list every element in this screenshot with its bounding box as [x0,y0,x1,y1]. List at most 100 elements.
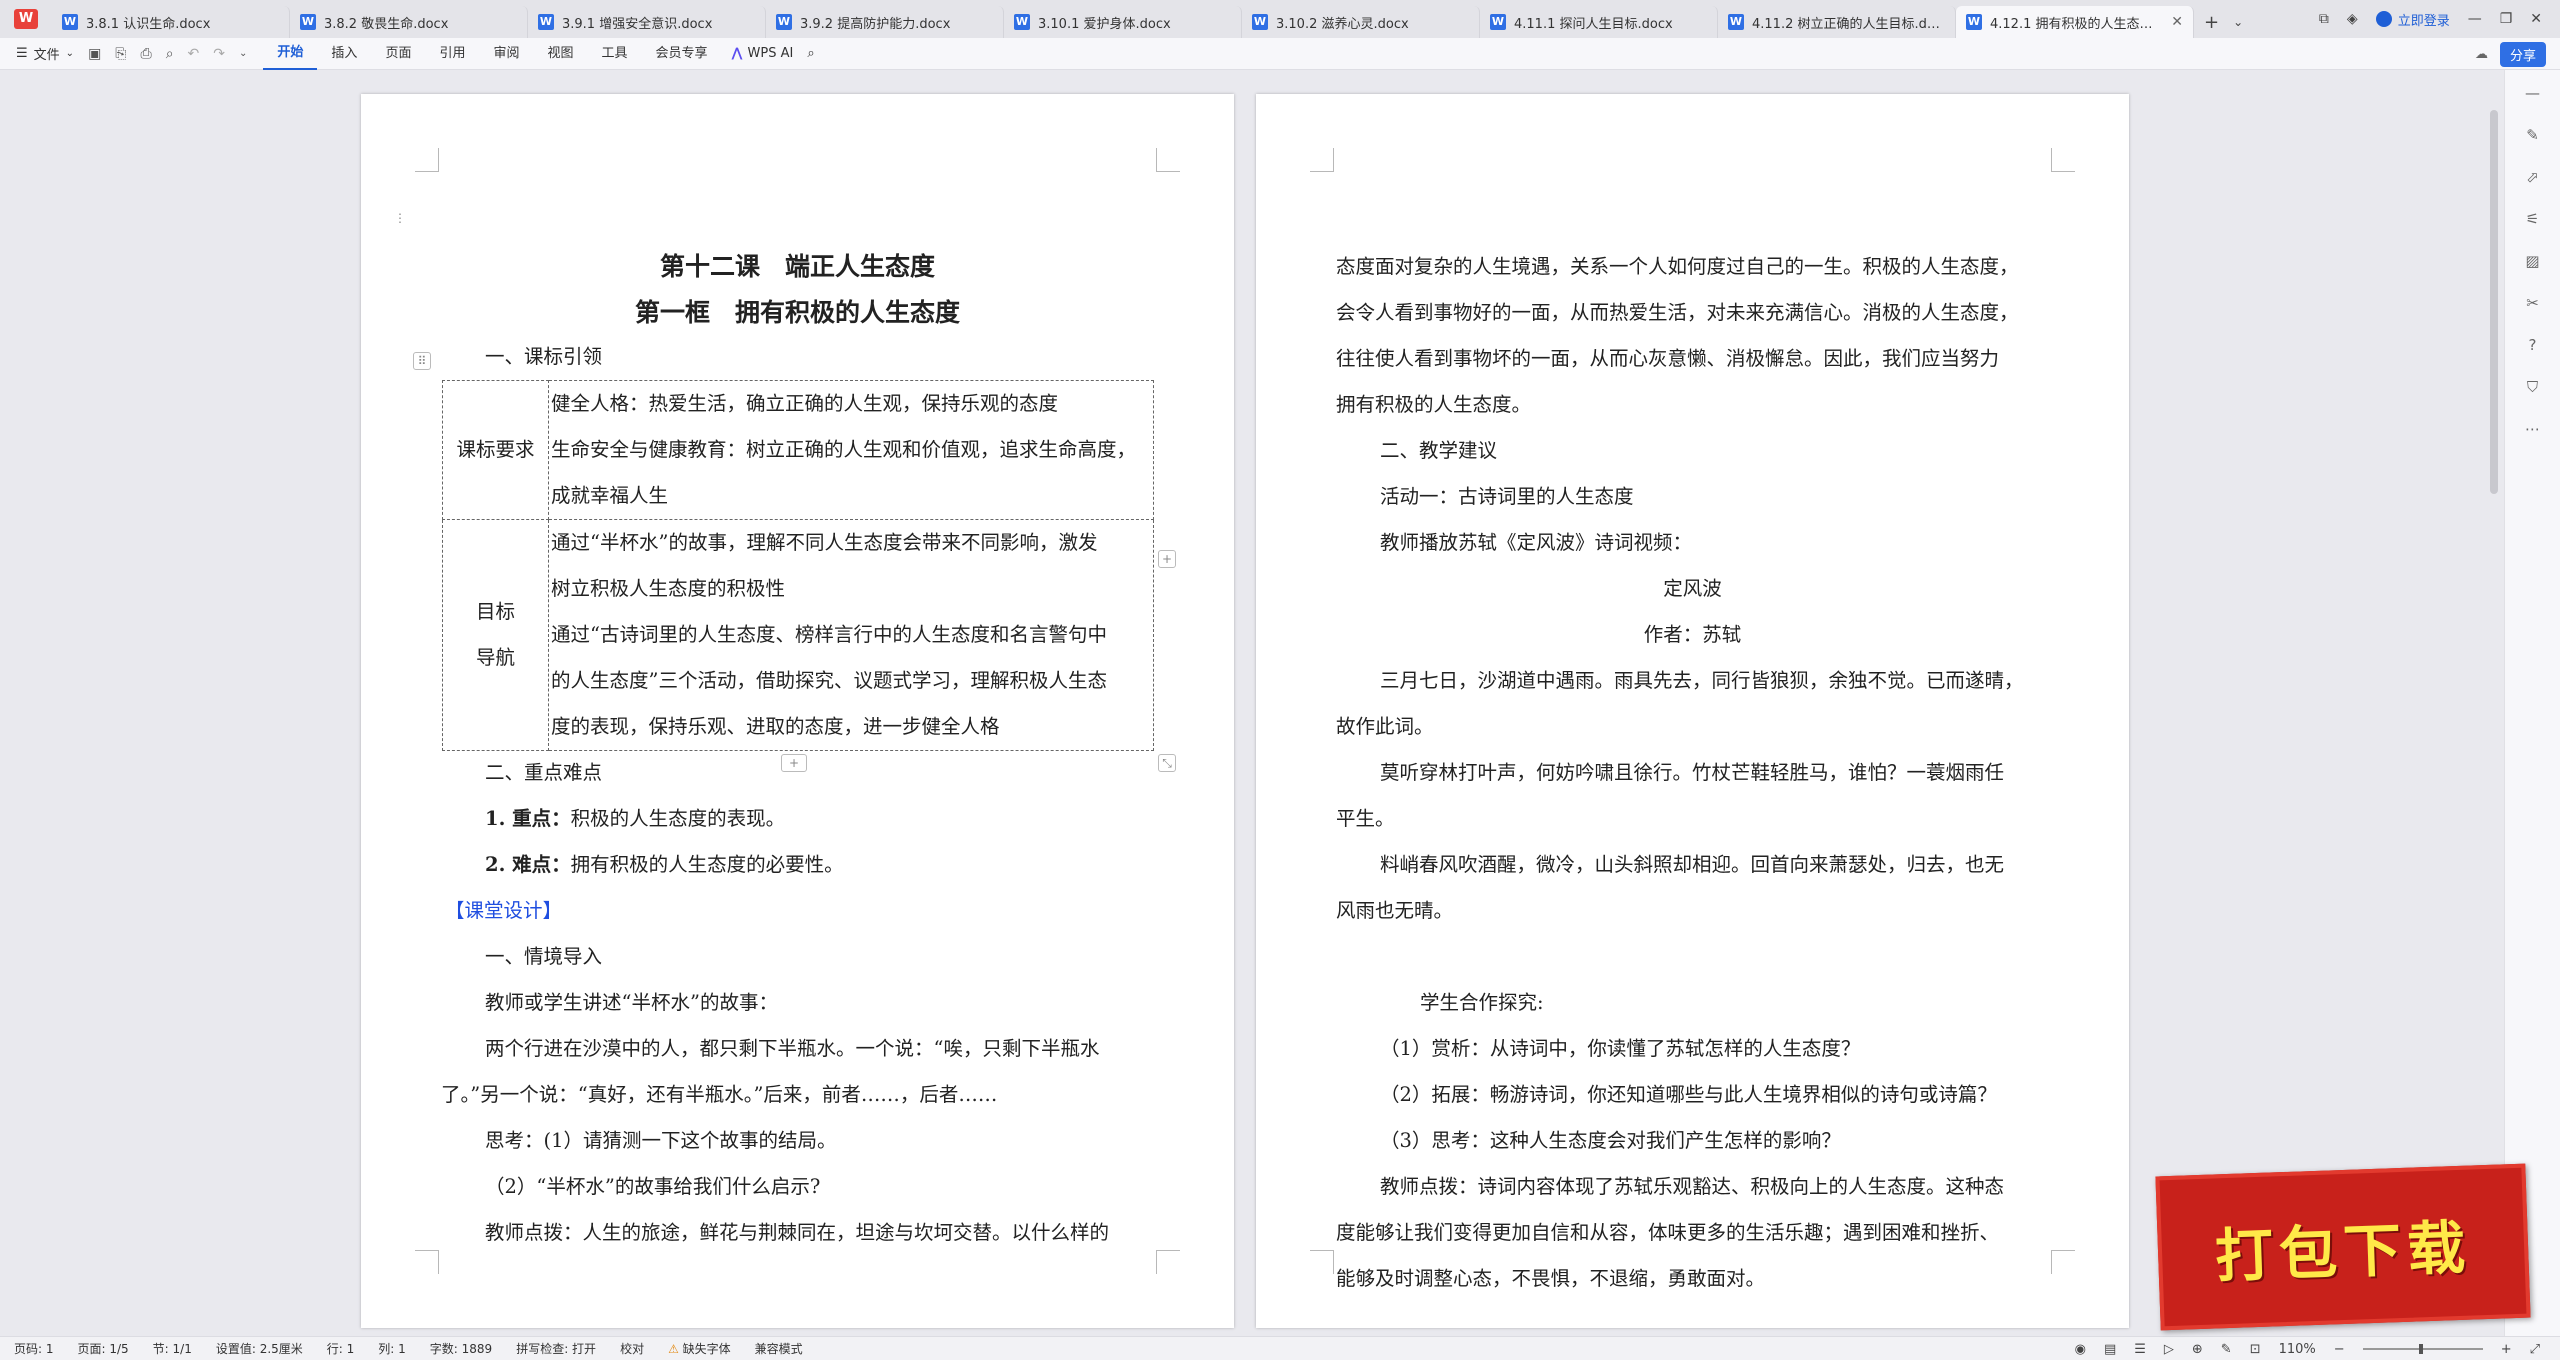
download-banner[interactable]: 打包下载 [2155,1163,2531,1331]
tools-icon[interactable]: ✂ [2526,294,2539,312]
play-icon[interactable]: ▷ [2164,1342,2174,1357]
document-tab[interactable]: W 3.8.1 认识生命.docx [52,6,290,38]
share-button[interactable]: 分享 [2499,42,2546,67]
zoom-in-icon[interactable]: + [2501,1342,2512,1357]
document-tab[interactable]: W 3.9.2 提高防护能力.docx [766,6,1004,38]
table-line: 树立积极人生态度的积极性 [551,577,786,600]
view-controls: ◉ ▤ ☰ ▷ ⊕ ✎ ⊡ 110% − + ⤢ [2075,1337,2540,1360]
status-missing-font[interactable]: ⚠ 缺失字体 [668,1340,731,1357]
select-icon[interactable]: ⬀ [2526,168,2539,186]
table-line: 度的表现，保持乐观、进取的态度，进一步健全人格 [551,715,1000,738]
outline-view-icon[interactable]: ☰ [2134,1342,2146,1357]
status-spellcheck[interactable]: 拼写检查: 打开 [516,1340,596,1357]
skin-icon[interactable]: ◈ [2347,11,2358,27]
document-tab[interactable]: W 4.12.1 拥有积极的人生态度.docx ✕ [1956,6,2194,38]
search-icon[interactable]: ⌕ [803,46,814,61]
zoom-out-icon[interactable]: − [2334,1342,2345,1357]
document-page-2[interactable]: 态度面对复杂的人生境遇，关系一个人如何度过自己的一生。积极的人生态度， 会令人看到… [1256,94,2129,1328]
more-chevron-icon[interactable]: ⌄ [239,48,247,59]
paragraph: 学生合作探究: [1420,991,1544,1014]
redo-icon[interactable]: ↷ [213,46,225,62]
collapse-icon[interactable]: — [2525,84,2540,102]
heading-curriculum: 一、课标引领 [485,345,603,368]
table-line: 成就幸福人生 [551,484,669,507]
page-view-icon[interactable]: ▤ [2104,1342,2116,1357]
web-view-icon[interactable]: ⊕ [2192,1342,2203,1357]
pen-icon[interactable]: ✎ [2526,126,2539,144]
status-page[interactable]: 页码: 1 [14,1340,54,1357]
export-icon[interactable]: ⎘ [115,46,126,62]
close-tab-icon[interactable]: ✕ [2171,14,2183,30]
status-proofread[interactable]: 校对 [620,1340,644,1357]
avatar-icon [2375,11,2392,27]
login-button[interactable]: 立即登录 [2375,10,2450,29]
key-label: 1. 重点： [485,807,571,830]
lesson-title: 第十二课 端正人生态度 [659,252,935,281]
settings-sliders-icon[interactable]: ⚟ [2526,210,2539,228]
document-tab[interactable]: W 3.10.1 爱护身体.docx [1004,6,1242,38]
menu-tab[interactable]: 开始 [263,38,318,70]
document-tab[interactable]: W 3.9.1 增强安全意识.docx [528,6,766,38]
edit-icon[interactable]: ✎ [2221,1342,2232,1357]
word-doc-icon: W [776,14,792,30]
menu-tab[interactable]: 工具 [588,38,642,70]
tab-list-chevron-icon[interactable]: ⌄ [2233,15,2243,29]
wps-logo-icon[interactable]: W [0,0,52,38]
status-section[interactable]: 节: 1/1 [153,1340,192,1357]
wps-ai-button[interactable]: ⋀ WPS AI [722,46,804,61]
document-page-1[interactable]: ⋮ 第十二课 端正人生态度 第一框 拥有积极的人生态度 一、课标引领 ⠿ 课标要… [361,94,1234,1328]
help-icon[interactable]: ? [2529,336,2537,354]
menu-tab[interactable]: 引用 [425,38,479,70]
document-tab[interactable]: W 3.8.2 敬畏生命.docx [290,6,528,38]
paragraph: 定风波 [1663,577,1722,600]
zoom-level[interactable]: 110% [2279,1342,2316,1357]
status-compat-mode: 兼容模式 [754,1342,803,1356]
shirt-icon[interactable]: ⛉ [2527,378,2538,396]
window-restore-icon[interactable]: ⧉ [2319,11,2329,27]
menu-tab[interactable]: 会员专享 [642,38,722,70]
undo-icon[interactable]: ↶ [188,46,200,62]
table-cell-requirements[interactable]: 健全人格：热爱生活，确立正确的人生观，保持乐观的态度 生命安全与健康教育：树立正… [548,380,1154,520]
word-doc-icon: W [1252,14,1268,30]
table-line: 通过“半杯水”的故事，理解不同人生态度会带来不同影响，激发 [551,531,1098,554]
menu-tab[interactable]: 审阅 [479,38,533,70]
heading-key-points: 二、重点难点 [485,761,603,784]
image-icon[interactable]: ▨ [2525,252,2539,270]
print-icon[interactable]: ⎙ [141,46,152,62]
paragraph: （1）赏析：从诗词中，你读懂了苏轼怎样的人生态度？ [1380,1037,1861,1060]
print-preview-icon[interactable]: ⌕ [166,46,174,62]
save-icon[interactable]: ▣ [88,46,101,62]
minimize-icon[interactable]: — [2468,11,2482,27]
document-tab[interactable]: W 4.11.2 树立正确的人生目标.docx [1718,6,1956,38]
vertical-scrollbar[interactable] [2490,110,2498,494]
paragraph: 度能够让我们变得更加自信和从容，体味更多的生活乐趣；遇到困难和挫折、 [1336,1221,2000,1244]
table-move-handle-icon[interactable]: ⠿ [413,352,431,370]
status-setting[interactable]: 设置值: 2.5厘米 [216,1340,303,1357]
menu-tab[interactable]: 页面 [371,38,425,70]
tab-label: 3.10.1 爱护身体.docx [1038,16,1171,32]
drag-handle-icon[interactable]: ⋮ [391,210,409,228]
ribbon-toolbar: ☰ 文件 ⌄ ▣ ⎘ ⎙ ⌕ ↶ ↷ ⌄ 开始 插入 页面 引用 审阅 视图 工具 会员专享 … [0,38,2560,70]
status-row[interactable]: 行: 1 [327,1340,355,1357]
table-cell-goals[interactable]: 通过“半杯水”的故事，理解不同人生态度会带来不同影响，激发 树立积极人生态度的积… [548,519,1154,751]
table-line: 通过“古诗词里的人生态度、榜样言行中的人生态度和名言警句中 [551,623,1107,646]
add-column-icon[interactable]: + [1158,550,1176,568]
cloud-sync-icon[interactable]: ☁ [2475,47,2488,62]
more-icon[interactable]: ⋯ [2525,420,2540,438]
maximize-icon[interactable]: ❐ [2500,11,2513,27]
new-tab-icon[interactable]: + [2204,12,2219,33]
fit-page-icon[interactable]: ⊡ [2250,1342,2261,1357]
close-window-icon[interactable]: ✕ [2530,11,2542,27]
fullscreen-icon[interactable]: ⤢ [2530,1342,2540,1357]
status-col[interactable]: 列: 1 [378,1340,406,1357]
menu-tab[interactable]: 视图 [533,38,587,70]
status-pages[interactable]: 页面: 1/5 [78,1340,129,1357]
menu-tab[interactable]: 插入 [317,38,371,70]
document-tab[interactable]: W 4.11.1 探问人生目标.docx [1480,6,1718,38]
eye-protect-icon[interactable]: ◉ [2075,1342,2086,1357]
file-menu-button[interactable]: ☰ 文件 ⌄ [0,44,88,63]
document-tab[interactable]: W 3.10.2 滋养心灵.docx [1242,6,1480,38]
zoom-slider-knob[interactable] [2418,1344,2423,1354]
status-words[interactable]: 字数: 1889 [430,1340,492,1357]
zoom-slider[interactable] [2362,1344,2483,1354]
